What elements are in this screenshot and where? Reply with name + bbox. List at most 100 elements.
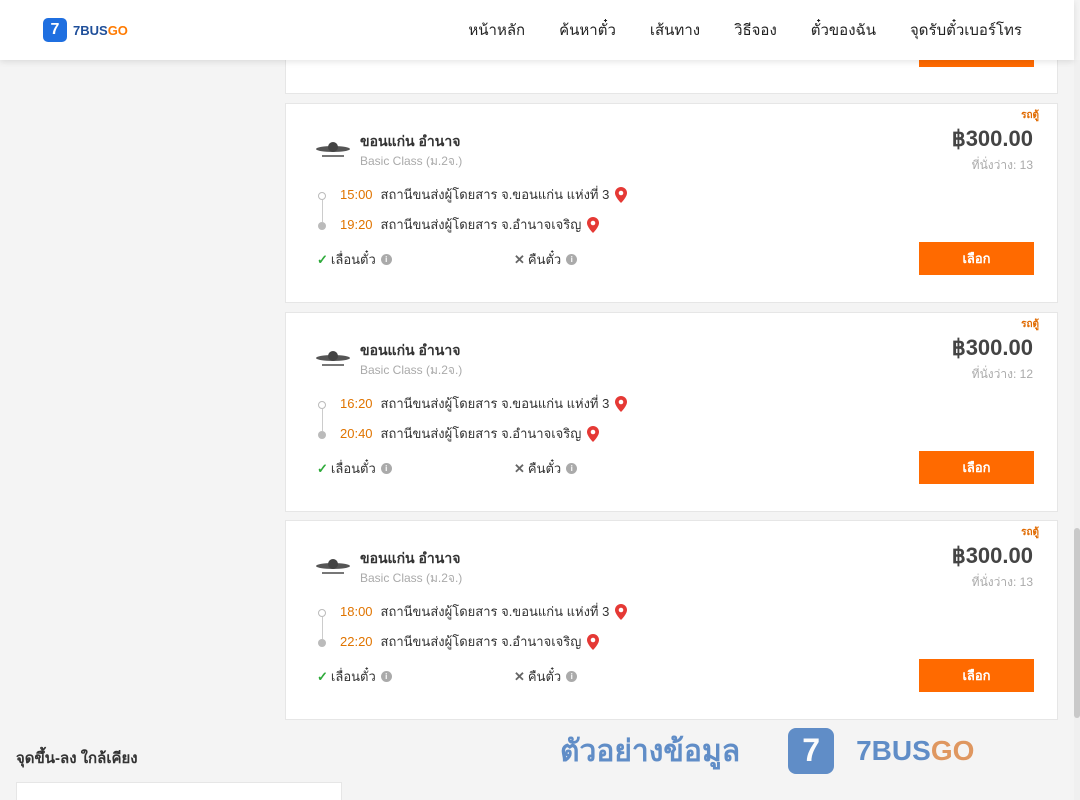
trip-card: รถตู้ ขอนแก่น อำนาจ Basic Class (ม.2จ.) …	[285, 312, 1058, 512]
arrival-place: สถานีขนส่งผู้โดยสาร จ.อำนาจเจริญ	[380, 426, 582, 441]
logo-brand-a: 7BUS	[73, 22, 108, 38]
policy-refund-ticket: ✕ คืนตั๋ว i	[514, 249, 578, 270]
sample-data-watermark: ตัวอย่างข้อมูล 7 7BUSGO	[560, 726, 974, 775]
ticket-price: ฿300.00	[951, 335, 1033, 360]
arrival-time: 22:20	[340, 634, 373, 649]
policy-change-ticket: ✓ เลื่อนตั๋ว i	[317, 458, 392, 479]
check-icon: ✓	[317, 460, 328, 476]
vehicle-type-badge: รถตู้	[1021, 319, 1039, 330]
map-pin-icon[interactable]	[587, 216, 600, 233]
route-timeline	[318, 609, 326, 647]
departure-dot-icon	[318, 192, 326, 200]
info-icon[interactable]: i	[380, 254, 392, 265]
top-header: 7 7BUSGO หน้าหลัก ค้นหาตั๋ว เส้นทาง วิธี…	[0, 0, 1074, 60]
departure-dot-icon	[318, 401, 326, 409]
nav-search-ticket[interactable]: ค้นหาตั๋ว	[559, 18, 616, 42]
bus-class: Basic Class (ม.2จ.)	[360, 363, 463, 377]
watermark-brand-a: 7BUS	[856, 734, 931, 766]
logo-brand-b: GO	[107, 22, 128, 38]
departure-time: 16:20	[340, 396, 373, 411]
policy-refund-label: คืนตั๋ว	[527, 461, 562, 476]
nav-my-tickets[interactable]: ตั๋วของฉัน	[811, 18, 876, 42]
arrival-place: สถานีขนส่งผู้โดยสาร จ.อำนาจเจริญ	[380, 634, 582, 649]
info-icon[interactable]: i	[380, 463, 392, 474]
seats-available: ที่นั่งว่าง: 12	[971, 367, 1033, 381]
trip-card: รถตู้ ขอนแก่น อำนาจ Basic Class (ม.2จ.) …	[285, 520, 1058, 720]
info-icon[interactable]: i	[566, 254, 578, 265]
policy-change-ticket: ✓ เลื่อนตั๋ว i	[317, 249, 392, 270]
select-trip-button[interactable]: เลือก	[919, 242, 1034, 275]
policy-change-label: เลื่อนตั๋ว	[330, 669, 376, 684]
departure-place: สถานีขนส่งผู้โดยสาร จ.ขอนแก่น แห่งที่ 3	[380, 604, 610, 619]
vehicle-type-badge: รถตู้	[1021, 110, 1039, 121]
departure-stop: 16:20 สถานีขนส่งผู้โดยสาร จ.ขอนแก่น แห่ง…	[340, 393, 628, 414]
vehicle-type-badge: รถตู้	[1021, 527, 1039, 538]
main-nav: หน้าหลัก ค้นหาตั๋ว เส้นทาง วิธีจอง ตั๋วข…	[434, 0, 1022, 60]
departure-stop: 18:00 สถานีขนส่งผู้โดยสาร จ.ขอนแก่น แห่ง…	[340, 601, 628, 622]
site-logo[interactable]: 7 7BUSGO	[43, 18, 128, 42]
page-scrollbar-thumb[interactable]	[1074, 528, 1080, 718]
operator-logo-icon	[316, 351, 350, 366]
select-trip-button[interactable]: เลือก	[919, 659, 1034, 692]
cross-icon: ✕	[514, 668, 525, 684]
check-icon: ✓	[317, 251, 328, 267]
route-name: ขอนแก่น อำนาจ	[360, 133, 461, 149]
departure-time: 18:00	[340, 604, 373, 619]
map-pin-icon[interactable]	[615, 603, 628, 620]
policy-refund-ticket: ✕ คืนตั๋ว i	[514, 666, 578, 687]
nav-ticket-pickup-phone[interactable]: จุดรับตั๋วเบอร์โทร	[910, 18, 1022, 42]
trip-card: รถตู้ ขอนแก่น อำนาจ Basic Class (ม.2จ.) …	[285, 103, 1058, 303]
operator-logo-icon	[316, 559, 350, 574]
timeline-line	[321, 409, 323, 431]
watermark-brand: 7BUSGO	[856, 735, 974, 767]
check-icon: ✓	[317, 668, 328, 684]
nearby-stops-title: จุดขึ้น-ลง ใกล้เคียง	[16, 750, 138, 767]
cross-icon: ✕	[514, 460, 525, 476]
logo-brand: 7BUSGO	[73, 23, 128, 38]
timeline-line	[321, 617, 323, 639]
seats-available: ที่นั่งว่าง: 13	[971, 158, 1033, 172]
watermark-brand-b: GO	[930, 734, 975, 766]
arrival-stop: 22:20 สถานีขนส่งผู้โดยสาร จ.อำนาจเจริญ	[340, 631, 600, 652]
route-timeline	[318, 401, 326, 439]
bus-class: Basic Class (ม.2จ.)	[360, 571, 463, 585]
nav-routes[interactable]: เส้นทาง	[650, 18, 700, 42]
arrival-place: สถานีขนส่งผู้โดยสาร จ.อำนาจเจริญ	[380, 217, 582, 232]
policy-change-label: เลื่อนตั๋ว	[330, 461, 376, 476]
arrival-time: 19:20	[340, 217, 373, 232]
map-pin-icon[interactable]	[587, 425, 600, 442]
departure-place: สถานีขนส่งผู้โดยสาร จ.ขอนแก่น แห่งที่ 3	[380, 396, 610, 411]
arrival-stop: 20:40 สถานีขนส่งผู้โดยสาร จ.อำนาจเจริญ	[340, 423, 600, 444]
cross-icon: ✕	[514, 251, 525, 267]
departure-place: สถานีขนส่งผู้โดยสาร จ.ขอนแก่น แห่งที่ 3	[380, 187, 610, 202]
info-icon[interactable]: i	[380, 671, 392, 682]
info-icon[interactable]: i	[566, 671, 578, 682]
nav-home[interactable]: หน้าหลัก	[468, 18, 525, 42]
select-trip-button[interactable]: เลือก	[919, 451, 1034, 484]
ticket-price: ฿300.00	[951, 126, 1033, 151]
policy-refund-ticket: ✕ คืนตั๋ว i	[514, 458, 578, 479]
map-pin-icon[interactable]	[615, 186, 628, 203]
timeline-line	[321, 200, 323, 222]
policy-change-label: เลื่อนตั๋ว	[330, 252, 376, 267]
route-timeline	[318, 192, 326, 230]
info-icon[interactable]: i	[566, 463, 578, 474]
ticket-price: ฿300.00	[951, 543, 1033, 568]
nav-how-to-book[interactable]: วิธีจอง	[734, 18, 777, 42]
map-pin-icon[interactable]	[587, 633, 600, 650]
bus-class: Basic Class (ม.2จ.)	[360, 154, 463, 168]
seats-available: ที่นั่งว่าง: 13	[971, 575, 1033, 589]
arrival-time: 20:40	[340, 426, 373, 441]
arrival-dot-icon	[318, 431, 326, 439]
operator-logo-icon	[316, 142, 350, 157]
arrival-dot-icon	[318, 222, 326, 230]
nearby-stops-box	[16, 782, 342, 800]
policy-refund-label: คืนตั๋ว	[527, 669, 562, 684]
departure-stop: 15:00 สถานีขนส่งผู้โดยสาร จ.ขอนแก่น แห่ง…	[340, 184, 628, 205]
logo-mark: 7	[43, 18, 67, 42]
departure-dot-icon	[318, 609, 326, 617]
arrival-dot-icon	[318, 639, 326, 647]
map-pin-icon[interactable]	[615, 395, 628, 412]
policy-change-ticket: ✓ เลื่อนตั๋ว i	[317, 666, 392, 687]
arrival-stop: 19:20 สถานีขนส่งผู้โดยสาร จ.อำนาจเจริญ	[340, 214, 600, 235]
